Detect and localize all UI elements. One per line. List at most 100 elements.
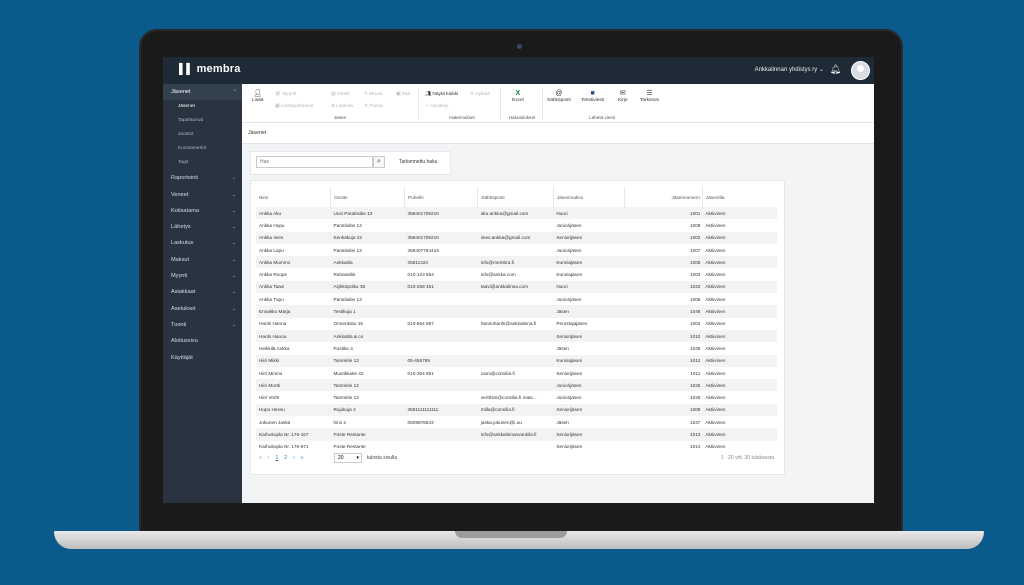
laskuta-button[interactable]: ⊕Laskuta — [331, 103, 353, 109]
table-row[interactable]: Hopo Hessu Rujokuja 4 3581111111111 milla@c… — [256, 403, 777, 417]
sidebar-item-myynti[interactable]: Myynti ⌄ — [163, 268, 242, 284]
sidebar-item-kotisatama[interactable]: Kotisatama ⌄ — [163, 203, 242, 219]
sidebar-item-veneet[interactable]: Veneet ⌄ — [163, 187, 242, 203]
table-row[interactable]: Karhukopla Nr. 176-167 Poste Restante info… — [256, 428, 777, 441]
sidebar-subitem-jaostot[interactable]: Jaostot — [163, 128, 242, 142]
tarkistus-button[interactable]: ☰ Tarkistus — [640, 90, 659, 103]
table-cell: Juniorijäsen — [556, 247, 582, 253]
sms-button[interactable]: ■ Tekstiviesti — [581, 90, 604, 103]
sidebar-item-tuonti[interactable]: Tuonti ⌄ — [163, 317, 242, 333]
first-page-icon[interactable]: « — [259, 455, 262, 461]
table-cell — [477, 354, 554, 367]
avatar[interactable] — [851, 61, 870, 80]
sidebar-item-aloitussivu[interactable]: Aloitussivu — [163, 333, 242, 349]
sidebar-item-asetukset[interactable]: Asetukset ⌄ — [163, 301, 242, 317]
table-row[interactable]: Ankka Aku Uusi Paratiisitie 13 35840170921… — [256, 207, 777, 220]
sidebar-item-maksut[interactable]: Maksut ⌄ — [163, 252, 242, 268]
hylkaa-button[interactable]: ✕Hylkää — [470, 91, 490, 97]
sidebar-item-asiakkaat[interactable]: Asiakkaat ⌄ — [163, 284, 242, 300]
viestit-button[interactable]: ▤Viestit — [331, 91, 350, 97]
sidebar-subitem-tagit[interactable]: Tagit — [163, 156, 242, 170]
table-row[interactable]: Ankka Mummo Ankkatila 35811324 info@membra.… — [256, 256, 777, 269]
column-header[interactable]: Nimi — [256, 187, 332, 207]
sidebar-subitem-jasenet[interactable]: Jäsenet — [163, 100, 242, 114]
bell-icon[interactable]: 🔔︎ — [830, 64, 841, 75]
table-cell: Ankka Roope — [259, 272, 288, 278]
membra-logo[interactable]: ▌▌ membra — [179, 63, 241, 75]
sidebar-item-jasenet[interactable]: Jäsenet ^ — [163, 84, 242, 101]
sidebar-item-kayttajat[interactable]: Käyttäjät — [163, 350, 242, 366]
table-cell: Kenkäkuja 22 — [330, 231, 405, 244]
search-input[interactable] — [256, 156, 373, 168]
search-icon[interactable]: ⌕ — [373, 156, 385, 168]
table-cell: Ankka Mummo — [256, 256, 331, 269]
table-cell: 1008 — [689, 222, 701, 228]
ribbon-toolbar: 👤︎ Lisää 🛒︎Myynti ▦Lisätapahtumat ▤Viesti… — [242, 84, 874, 123]
add-member-button[interactable]: 👤︎ Lisää — [252, 90, 263, 103]
table-cell: Hopo Hessu — [256, 403, 331, 417]
chevron-down-icon: ⌄ — [231, 289, 236, 296]
page-2-link[interactable]: 2 — [284, 455, 287, 461]
table-cell — [477, 329, 554, 343]
members-table-card: Nimi Osoite Puhelin Sähköposti Jäsenmaks… — [250, 180, 785, 475]
prev-page-icon[interactable]: ‹ — [268, 455, 270, 461]
advanced-search-link[interactable]: Tarkennettu haku — [399, 159, 437, 165]
hyvaksy-button[interactable]: ✓Hyväksy — [425, 103, 448, 109]
laptop-notch — [455, 531, 567, 538]
table-cell: 1003 — [689, 272, 701, 278]
table-row[interactable]: Hiiri Mimmi Mustikkatie 42 010-364 851 cami… — [256, 367, 777, 379]
table-row[interactable]: Karhukopla Nr. 176-671 Poste Restante Seni… — [256, 441, 777, 453]
table-row[interactable]: Ankka Iines Kenkäkuja 22 358401709210 iines… — [256, 231, 777, 244]
myynti-button[interactable]: 🛒︎Myynti — [275, 91, 296, 97]
table-row[interactable]: Hiiri Mikki Tammitie 12 05-456789 Kunniajäs… — [256, 354, 777, 367]
chevron-down-icon: ⌄ — [231, 273, 236, 280]
lisatapahtumat-button[interactable]: ▦Lisätapahtumat — [275, 103, 314, 109]
results-count: 1 - 20 yht. 30 tuloksesta — [720, 455, 774, 461]
org-selector[interactable]: Ankkalinnan yhdistys ry ⌄ — [755, 66, 824, 73]
sidebar-item-raportointi[interactable]: Raportointi ⌄ — [163, 170, 242, 186]
sidebar-item-lahetys[interactable]: Lähetys ⌄ — [163, 219, 242, 235]
table-cell: Jäsen — [553, 305, 625, 318]
table-row[interactable]: Hiiri Mortti Tammitie 12 Juniorijäsen 1025 A… — [256, 379, 777, 392]
sidebar-subitem-tapahtumat[interactable]: Tapahtumat — [163, 114, 242, 128]
letter-button[interactable]: ✉ Kirje — [618, 90, 628, 103]
table-cell — [404, 329, 478, 343]
table-cell: Aktiivinen — [705, 419, 726, 425]
last-page-icon[interactable]: » — [301, 455, 304, 461]
table-cell: Hiiri Vertti — [259, 395, 280, 401]
table-row[interactable]: Ankka Hupu Paratiisitie 13 Juniorijäsen 100… — [256, 219, 777, 231]
table-cell: Paratiisitie 13 — [333, 247, 362, 253]
poista-button[interactable]: ✕Poista — [364, 103, 383, 109]
column-header[interactable]: Osoite — [330, 187, 406, 207]
top-bar: ▌▌ membra Ankkalinnan yhdistys ry ⌄ 🔔︎ — [163, 57, 874, 84]
column-header[interactable]: Sähköposti — [477, 187, 554, 207]
table-row[interactable]: Hiiri Vertti Tammitie 12 vertthiiri@consil… — [256, 391, 777, 403]
table-cell — [478, 441, 554, 453]
list-icon: ☰ — [646, 90, 653, 97]
next-page-icon[interactable]: › — [293, 455, 295, 461]
muuta-button[interactable]: ✎Muuta — [364, 91, 383, 97]
sidebar-item-laskutus[interactable]: Laskutus ⌄ — [163, 235, 242, 251]
table-row[interactable]: Ankka Lupu Paratiisitie 13 358407784416 Jun… — [256, 244, 777, 256]
table-row[interactable]: Ennakko Marja Testikuja 1 Jäsen 1048 Aktiivi… — [256, 305, 777, 318]
nayta-kaikki-button[interactable]: 👥︎Näytä kaikki — [425, 91, 458, 97]
table-row[interactable]: Ankka Taavi Alykköpolku 35 010-268 451 taav… — [256, 280, 777, 294]
table-row[interactable]: Ankka Tupu Paratiisitie 13 Juniorijäsen 100… — [256, 293, 777, 305]
table-row[interactable]: Hanhi Hannu Onnenkatu 15 010-654 897 hannuh… — [256, 318, 777, 330]
sita-button[interactable]: ▣Sitä — [396, 91, 410, 97]
sidebar-subitem-kunniamerkit[interactable]: Kunniamerkit — [163, 142, 242, 156]
per-page-select[interactable]: 20 ▾ — [334, 453, 362, 463]
column-header[interactable]: Jäsentila — [702, 187, 777, 207]
excel-button[interactable]: X Excel — [512, 90, 524, 103]
table-cell: Paratiisitie 13 — [333, 222, 362, 228]
table-row[interactable]: Ankka Roope Rahasäiliö 010-123 654 info@ank… — [256, 268, 777, 280]
table-row[interactable]: Hanhi Hanou Ankkatila & co Seniorijäsen 101… — [256, 329, 777, 343]
email-button[interactable]: @ Sähköposti — [547, 90, 571, 103]
column-header[interactable]: Jäsenmaksu — [553, 187, 626, 207]
table-row[interactable]: Heikkilä Ankka Postitie 4 Jäsen 1049 Aktiivi… — [256, 342, 777, 354]
column-header[interactable]: Jäsennumero — [624, 187, 703, 207]
page-1-link[interactable]: 1 — [275, 455, 278, 461]
table-row[interactable]: Jokunen Jaska hirvi 2 0509876543 jaska.joku… — [256, 416, 777, 428]
column-header[interactable]: Puhelin — [404, 187, 479, 207]
table-cell: taavi@ankkalinna.com — [477, 280, 554, 294]
